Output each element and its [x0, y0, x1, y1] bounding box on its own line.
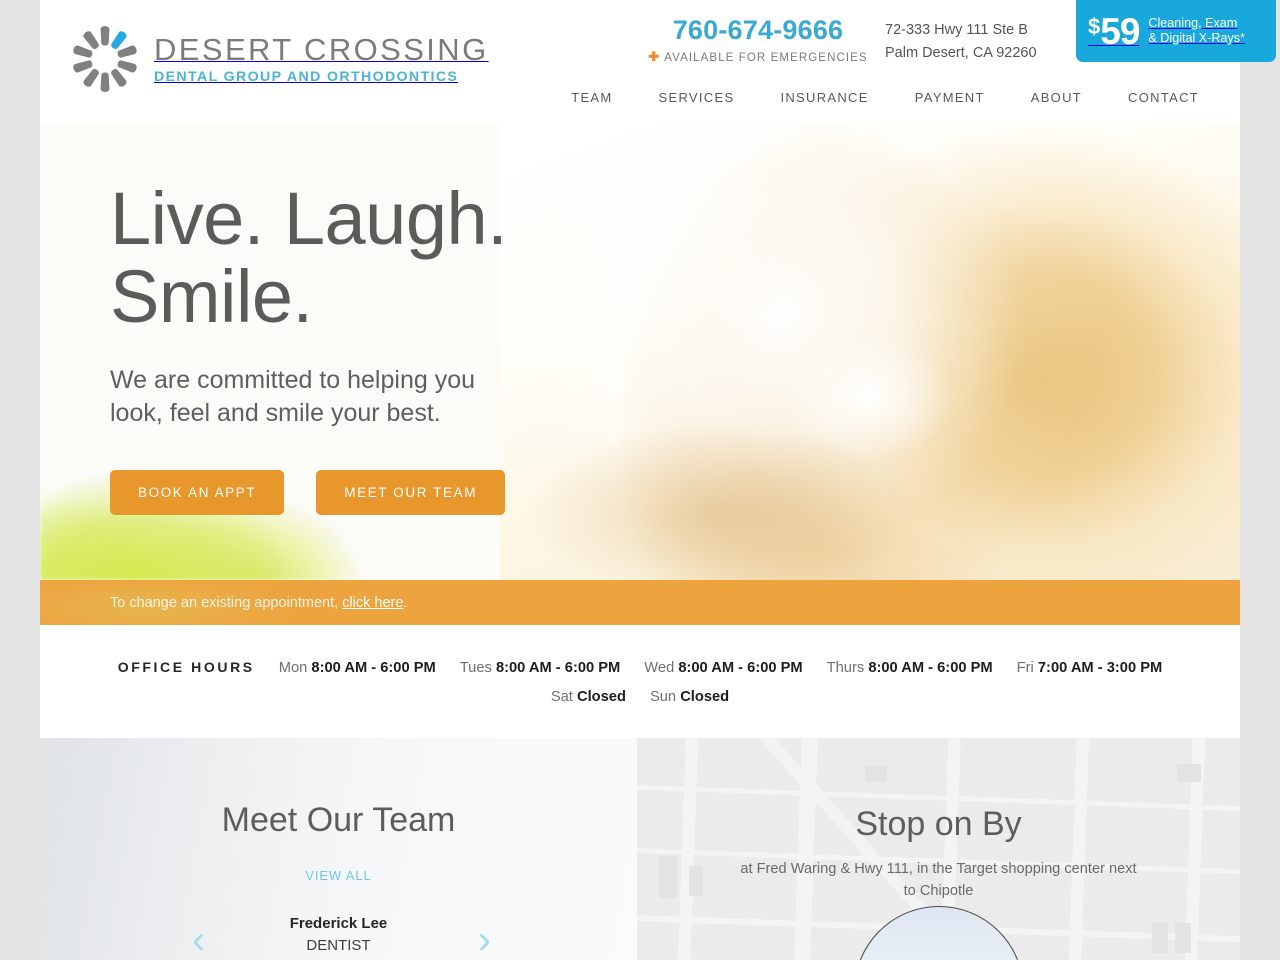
nav-item-contact[interactable]: CONTACT [1105, 84, 1222, 111]
hours-day-wed: Wed [644, 660, 675, 676]
site-logo[interactable]: DESERT CROSSING DENTAL GROUP AND ORTHODO… [68, 22, 489, 96]
chevron-left-icon[interactable]: ‹ [192, 920, 205, 960]
nav-item-team[interactable]: TEAM [548, 84, 635, 111]
address-line-2: Palm Desert, CA 92260 [885, 45, 1037, 61]
promo-price: $59 [1088, 10, 1140, 52]
map-description-line-2: to Chipotle [903, 883, 974, 899]
tooth-ring-logo-icon [68, 22, 142, 96]
appointment-click-here-link[interactable]: click here [342, 595, 403, 611]
hours-time-mon: 8:00 AM - 6:00 PM [311, 660, 436, 676]
promo-badge[interactable]: $59 Cleaning, Exam & Digital X-Rays* [1076, 0, 1276, 62]
plus-cross-icon: ✚ [648, 49, 661, 64]
site-header: DESERT CROSSING DENTAL GROUP AND ORTHODO… [40, 0, 1276, 125]
office-hours-section: OFFICE HOURS Mon 8:00 AM - 6:00 PM Tues 8:… [40, 625, 1240, 738]
hours-day-sun: Sun [649, 689, 677, 705]
nav-item-insurance[interactable]: INSURANCE [757, 84, 891, 111]
emergency-note-text: AVAILABLE FOR EMERGENCIES [664, 52, 868, 64]
appointment-text-before: To change an existing appointment, [110, 594, 343, 611]
hours-item-wed: Wed 8:00 AM - 6:00 PM [644, 660, 802, 676]
main-navigation: TEAM SERVICES INSURANCE PAYMENT ABOUT CO… [548, 84, 1222, 111]
hero-content: Live. Laugh. Smile. We are committed to … [40, 125, 1240, 515]
map-panel-description: at Fred Waring & Hwy 111, in the Target … [637, 858, 1240, 902]
bottom-panels: Meet Our Team VIEW ALL Frederick Lee DEN… [40, 738, 1240, 960]
hours-time-sun: Closed [680, 689, 730, 705]
nav-item-about[interactable]: ABOUT [1008, 84, 1105, 111]
hero-section: Live. Laugh. Smile. We are committed to … [40, 125, 1240, 580]
logo-tagline: DENTAL GROUP AND ORTHODONTICS [154, 69, 459, 85]
appointment-change-bar: To change an existing appointment, click… [40, 580, 1240, 625]
hero-subheadline-line-2: look, feel and smile your best. [110, 399, 441, 427]
hours-day-fri: Fri [1016, 660, 1034, 676]
stop-on-by-panel[interactable]: Stop on By at Fred Waring & Hwy 111, in … [637, 738, 1240, 960]
hero-cta-group: BOOK AN APPT MEET OUR TEAM [110, 470, 1240, 515]
promo-line-1: Cleaning, Exam [1148, 16, 1238, 30]
address-line-1: 72-333 Hwy 111 Ste B [885, 22, 1028, 38]
office-hours-row-weekdays: OFFICE HOURS Mon 8:00 AM - 6:00 PM Tues 8:… [40, 653, 1240, 683]
hours-time-sat: Closed [576, 689, 626, 705]
hours-time-wed: 8:00 AM - 6:00 PM [678, 660, 803, 676]
hero-headline-line-2: Smile. [110, 255, 313, 338]
team-member-name: Frederick Lee [289, 915, 388, 932]
hours-day-tues: Tues [459, 660, 492, 676]
emergency-note: ✚ AVAILABLE FOR EMERGENCIES [633, 49, 883, 65]
chevron-right-icon[interactable]: › [478, 920, 491, 960]
hero-headline-line-1: Live. Laugh. [110, 177, 508, 260]
hours-item-tues: Tues 8:00 AM - 6:00 PM [460, 660, 621, 676]
hours-day-thurs: Thurs [826, 660, 865, 676]
hours-time-thurs: 8:00 AM - 6:00 PM [868, 660, 993, 676]
hours-item-mon: Mon 8:00 AM - 6:00 PM [279, 660, 436, 676]
hours-time-fri: 7:00 AM - 3:00 PM [1037, 660, 1163, 676]
hero-subheadline: We are committed to helping you look, fe… [110, 364, 1240, 430]
view-all-team-link[interactable]: VIEW ALL [40, 868, 637, 883]
office-hours-label: OFFICE HOURS [117, 659, 255, 675]
hours-day-mon: Mon [278, 660, 308, 676]
appointment-text-after: . [403, 594, 408, 611]
promo-currency: $ [1088, 13, 1101, 39]
phone-number-link[interactable]: 760-674-9666 [633, 14, 883, 46]
hours-item-sat: Sat Closed [551, 689, 626, 705]
team-panel-title: Meet Our Team [221, 801, 456, 839]
meet-our-team-button[interactable]: MEET OUR TEAM [316, 470, 506, 515]
map-description-line-1: at Fred Waring & Hwy 111, in the Target … [740, 861, 1137, 877]
hours-day-sat: Sat [550, 689, 573, 705]
hours-time-tues: 8:00 AM - 6:00 PM [495, 660, 621, 676]
hours-item-fri: Fri 7:00 AM - 3:00 PM [1017, 660, 1163, 676]
map-building-block [1152, 923, 1168, 953]
book-appointment-button[interactable]: BOOK AN APPT [110, 470, 285, 515]
phone-block: 760-674-9666 ✚ AVAILABLE FOR EMERGENCIES [633, 14, 883, 65]
promo-amount: 59 [1100, 10, 1140, 52]
team-member-role: DENTIST [306, 937, 371, 954]
nav-item-services[interactable]: SERVICES [636, 84, 758, 111]
map-building-block [1175, 923, 1191, 953]
office-hours-row-weekend: Sat Closed Sun Closed [40, 683, 1240, 712]
map-panel-title: Stop on By [855, 805, 1022, 843]
hero-subheadline-line-1: We are committed to helping you [110, 366, 476, 394]
promo-line-2: & Digital X-Rays* [1148, 31, 1245, 45]
nav-item-payment[interactable]: PAYMENT [892, 84, 1008, 111]
logo-wordmark: DESERT CROSSING DENTAL GROUP AND ORTHODO… [154, 32, 489, 86]
hero-headline: Live. Laugh. Smile. [110, 180, 1240, 336]
address-block: 72-333 Hwy 111 Ste B Palm Desert, CA 922… [885, 19, 1037, 65]
hours-item-thurs: Thurs 8:00 AM - 6:00 PM [827, 660, 993, 676]
appointment-bar-text: To change an existing appointment, click… [110, 595, 407, 611]
team-member-card[interactable]: Frederick Lee DENTIST DMD [40, 913, 637, 960]
promo-description: Cleaning, Exam & Digital X-Rays* [1148, 16, 1245, 46]
meet-our-team-panel: Meet Our Team VIEW ALL Frederick Lee DEN… [40, 738, 637, 960]
hours-item-sun: Sun Closed [650, 689, 729, 705]
page-container: DESERT CROSSING DENTAL GROUP AND ORTHODO… [40, 0, 1276, 960]
logo-brand-name: DESERT CROSSING [154, 32, 489, 67]
